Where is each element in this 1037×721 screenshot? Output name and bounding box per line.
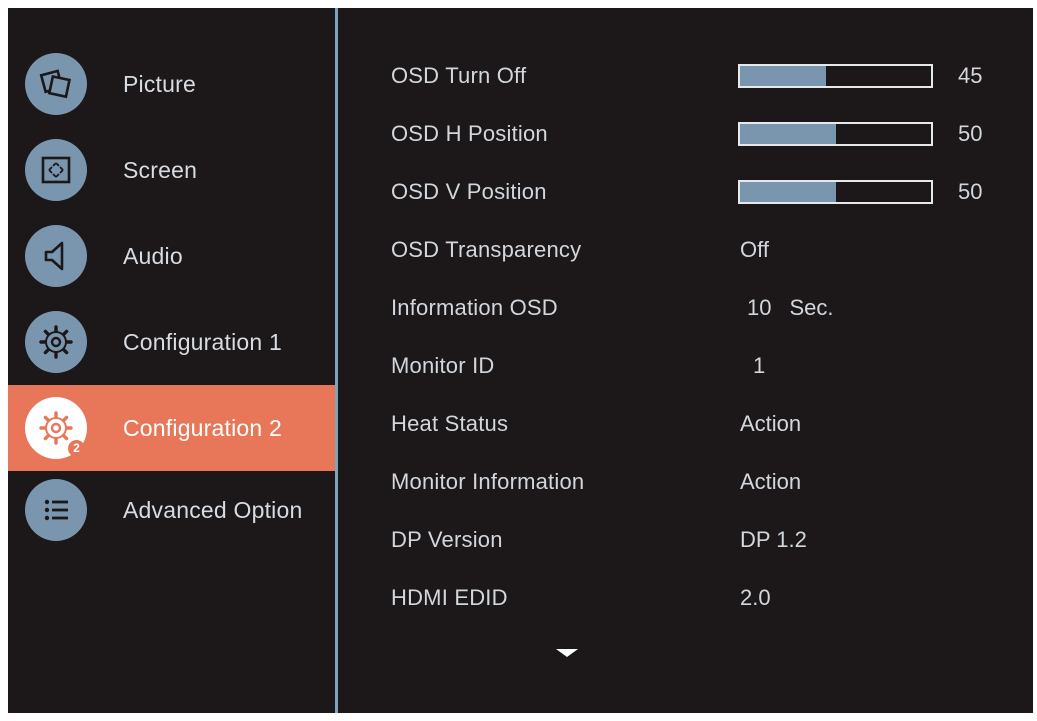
sidebar-item-configuration-2[interactable]: 2 Configuration 2	[8, 385, 335, 471]
setting-label: Heat Status	[391, 411, 509, 436]
setting-label: OSD Transparency	[391, 237, 582, 262]
setting-label: Monitor ID	[391, 353, 495, 378]
setting-value: 10 Sec.	[747, 279, 834, 337]
setting-osd-transparency[interactable]: OSD Transparency Off	[338, 221, 1033, 279]
sidebar: Picture Screen Audio Configuration 1 2 C…	[8, 8, 335, 713]
setting-osd-h-position[interactable]: OSD H Position 50	[338, 105, 1033, 163]
sidebar-item-label: Audio	[123, 243, 183, 269]
setting-osd-v-position[interactable]: OSD V Position 50	[338, 163, 1033, 221]
setting-label: Information OSD	[391, 295, 558, 320]
gear-icon	[25, 311, 87, 373]
setting-value: Action	[740, 411, 802, 436]
setting-number: 10	[747, 295, 772, 320]
sidebar-item-configuration-1[interactable]: Configuration 1	[8, 299, 335, 385]
sidebar-item-advanced-option[interactable]: Advanced Option	[8, 467, 335, 553]
sidebar-item-label: Picture	[123, 71, 196, 97]
osd-menu: Picture Screen Audio Configuration 1 2 C…	[8, 8, 1033, 713]
setting-monitor-id[interactable]: Monitor ID 1	[338, 337, 1033, 395]
setting-label: OSD Turn Off	[391, 63, 527, 88]
setting-label: OSD H Position	[391, 121, 548, 146]
osd-turn-off-slider[interactable]	[738, 64, 933, 88]
setting-label: DP Version	[391, 527, 503, 552]
sidebar-item-label: Advanced Option	[123, 497, 303, 523]
badge: 2	[68, 440, 85, 457]
setting-osd-turn-off[interactable]: OSD Turn Off 45	[338, 47, 1033, 105]
setting-value: Off	[740, 237, 769, 262]
setting-unit: Sec.	[789, 295, 834, 320]
sidebar-item-audio[interactable]: Audio	[8, 213, 335, 299]
slider-value: 50	[958, 121, 983, 146]
slider-fill	[740, 182, 836, 202]
chevron-down-icon[interactable]	[556, 649, 578, 657]
osd-v-position-slider[interactable]	[738, 180, 933, 204]
setting-label: HDMI EDID	[391, 585, 508, 610]
osd-h-position-slider[interactable]	[738, 122, 933, 146]
setting-dp-version[interactable]: DP Version DP 1.2	[338, 511, 1033, 569]
settings-panel: OSD Turn Off 45 OSD H Position 50 OSD V …	[338, 8, 1033, 713]
setting-information-osd[interactable]: Information OSD 10 Sec.	[338, 279, 1033, 337]
screen-icon	[25, 139, 87, 201]
sidebar-item-label: Configuration 2	[123, 415, 282, 441]
slider-fill	[740, 124, 836, 144]
setting-value: 1	[753, 353, 766, 378]
setting-monitor-information[interactable]: Monitor Information Action	[338, 453, 1033, 511]
sidebar-item-picture[interactable]: Picture	[8, 41, 335, 127]
setting-label: Monitor Information	[391, 469, 585, 494]
list-icon	[25, 479, 87, 541]
setting-value: 2.0	[740, 585, 771, 610]
gear-2-icon: 2	[25, 397, 87, 459]
sidebar-item-label: Configuration 1	[123, 329, 282, 355]
slider-fill	[740, 66, 826, 86]
slider-value: 45	[958, 63, 983, 88]
picture-icon	[25, 53, 87, 115]
sidebar-item-label: Screen	[123, 157, 198, 183]
slider-value: 50	[958, 179, 983, 204]
setting-value: Action	[740, 469, 802, 494]
setting-value: DP 1.2	[740, 527, 807, 552]
setting-label: OSD V Position	[391, 179, 547, 204]
setting-heat-status[interactable]: Heat Status Action	[338, 395, 1033, 453]
setting-hdmi-edid[interactable]: HDMI EDID 2.0	[338, 569, 1033, 627]
audio-icon	[25, 225, 87, 287]
sidebar-item-screen[interactable]: Screen	[8, 127, 335, 213]
